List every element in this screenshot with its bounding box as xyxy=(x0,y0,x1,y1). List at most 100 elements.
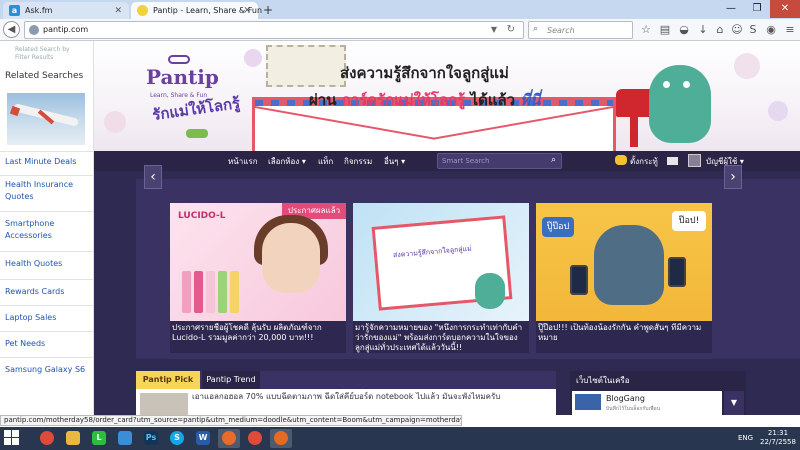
chevron-down-icon[interactable]: ▼ xyxy=(491,25,497,34)
search-placeholder: Search xyxy=(547,26,575,35)
tab-pantip-pick[interactable]: Pantip Pick xyxy=(136,371,200,389)
tab-pantip-trend[interactable]: Pantip Trend xyxy=(202,371,260,389)
search-input[interactable]: ⌕ Search xyxy=(528,21,633,39)
skype-icon[interactable]: S xyxy=(746,23,760,37)
windows-logo-pane xyxy=(12,438,19,445)
store-icon xyxy=(118,431,132,445)
clock-date: 22/7/2558 xyxy=(760,438,796,446)
photoshop-icon: Ps xyxy=(144,431,158,445)
clipboard-icon[interactable]: ▤ xyxy=(658,23,672,37)
dino-mascot xyxy=(649,65,711,143)
chevron-down-icon[interactable]: ▼ xyxy=(724,391,744,415)
taskbar-clock[interactable]: 21:31 22/7/2558 xyxy=(758,429,798,447)
envelope-flap xyxy=(433,106,613,151)
bloggang-logo xyxy=(575,394,601,410)
card-title[interactable]: มารู้จักความหมายของ "หนึ่งการกระทำเท่ากั… xyxy=(355,323,527,353)
carousel-card[interactable]: ปู๊ป๊อป ป๊อป! ปู๊ป๊อป!!! เป็นท้องน้องรัก… xyxy=(536,203,712,353)
mail-icon[interactable] xyxy=(667,157,678,165)
star-icon[interactable]: ☆ xyxy=(639,23,653,37)
carousel-card[interactable]: LUCIDO-L ประกาศผลแล้ว ประกาศรายชื่อผู้โช… xyxy=(170,203,346,353)
sidebar-link[interactable]: Health Quotes xyxy=(0,251,94,279)
skype-icon: S xyxy=(170,431,184,445)
nav-activities[interactable]: กิจกรรม xyxy=(344,155,372,168)
taskbar-chrome[interactable] xyxy=(36,429,58,448)
minimize-button[interactable]: — xyxy=(718,0,744,18)
back-button[interactable]: ◀ xyxy=(3,21,20,38)
product-tube xyxy=(218,271,227,313)
pantip-pick-panel: Pantip Pick Pantip Trend เอาแอลกอฮอล 70%… xyxy=(136,371,556,415)
maximize-button[interactable]: ❐ xyxy=(744,0,770,18)
taskbar-app-active[interactable] xyxy=(218,429,240,448)
reload-icon[interactable]: ↻ xyxy=(507,24,515,35)
dino-mascot xyxy=(475,273,505,309)
home-icon[interactable]: ⌂ xyxy=(713,23,727,37)
card-image: ส่งความรู้สึกจากใจลูกสู่แม่ xyxy=(353,203,529,321)
nav-new-topic[interactable]: ตั้งกระทู้ xyxy=(630,155,658,168)
sidebar-link[interactable]: Rewards Cards xyxy=(0,279,94,305)
flower-decoration xyxy=(768,101,788,121)
sidebar-link[interactable]: Samsung Galaxy S6 xyxy=(0,357,94,383)
sidebar-link[interactable]: Smartphone Accessories xyxy=(0,211,94,251)
sidebar-link[interactable]: Pet Needs xyxy=(0,331,94,357)
tab-pantip[interactable]: Pantip - Learn, Share & Fun ✕ xyxy=(131,2,262,19)
search-icon[interactable]: ⌕ xyxy=(551,155,556,165)
flower-decoration xyxy=(104,111,126,133)
envelope-flap xyxy=(255,106,435,151)
taskbar-photoshop[interactable]: Ps xyxy=(140,429,162,448)
app-icon xyxy=(222,431,236,445)
card-image: ปู๊ป๊อป ป๊อป! xyxy=(536,203,712,321)
taskbar-word[interactable]: W xyxy=(192,429,214,448)
taskbar-chrome-2[interactable] xyxy=(244,429,266,448)
close-icon[interactable]: ✕ xyxy=(243,6,251,16)
smart-search-input[interactable]: Smart Search ⌕ xyxy=(437,153,562,169)
tab-askfm[interactable]: a Ask.fm ✕ xyxy=(3,2,129,19)
start-button[interactable] xyxy=(4,430,19,445)
headline-here-link[interactable]: ที่นี่ xyxy=(520,91,540,109)
chrome-icon xyxy=(40,431,54,445)
airplane-photo[interactable] xyxy=(7,93,85,145)
pocket-icon[interactable]: ◒ xyxy=(677,23,691,37)
screen: a Ask.fm ✕ Pantip - Learn, Share & Fun ✕… xyxy=(0,0,800,450)
mothers-day-banner[interactable]: Pantip Learn, Share & Fun รักแม่ให้โลกรู… xyxy=(94,41,800,151)
carousel-next-button[interactable]: › xyxy=(724,165,742,189)
url-bar[interactable]: pantip.com ▼ ↻ xyxy=(24,21,524,39)
sidebar-link[interactable]: Laptop Sales xyxy=(0,305,94,331)
avatar[interactable] xyxy=(688,154,701,167)
sidebar-link[interactable]: Health Insurance Quotes xyxy=(0,175,94,207)
download-icon[interactable]: ↓ xyxy=(696,23,710,37)
banner-headline: ส่งความรู้สึกจากใจลูกสู่แม่ xyxy=(340,64,509,82)
taskbar-explorer[interactable] xyxy=(62,429,84,448)
sync-icon[interactable]: ◉ xyxy=(764,23,778,37)
nav-choose-room[interactable]: เลือกห้อง ▾ xyxy=(268,155,306,168)
card-title[interactable]: ประกาศรายชื่อผู้โชคดี ลุ้นรับ ผลิตภัณฑ์จ… xyxy=(172,323,344,353)
taskbar-firefox[interactable] xyxy=(270,429,292,448)
headline-part: ได้แล้ว xyxy=(465,91,521,109)
pick-topic-link[interactable]: เอาแอลกอฮอล 70% แบบฉีดตามภาพ ฉีดใส่คีย์บ… xyxy=(192,392,552,402)
askfm-icon: a xyxy=(9,5,20,16)
pick-thumbnail[interactable] xyxy=(140,393,188,415)
mascot-eye xyxy=(663,81,670,88)
hello-icon[interactable]: ☺ xyxy=(730,23,744,37)
carousel-prev-button[interactable]: ‹ xyxy=(144,165,162,189)
nav-home[interactable]: หน้าแรก xyxy=(228,155,258,168)
language-indicator[interactable]: ENG xyxy=(738,434,753,442)
window-close-button[interactable]: ✕ xyxy=(770,0,800,18)
taskbar-skype[interactable]: S xyxy=(166,429,188,448)
status-url: pantip.com/motherday58/order_card?utm_so… xyxy=(0,415,462,426)
menu-icon[interactable]: ≡ xyxy=(783,23,797,37)
new-tab-button[interactable]: + xyxy=(263,3,273,17)
card-title[interactable]: ปู๊ป๊อป!!! เป็นท้องน้องรักกัน คำพูดสั้นๆ… xyxy=(538,323,710,353)
carousel-card[interactable]: ส่งความรู้สึกจากใจลูกสู่แม่ มารู้จักความ… xyxy=(353,203,529,353)
sidebar-link[interactable]: Last Minute Deals xyxy=(0,151,94,175)
site-item-bloggang[interactable]: BlogGang บันทึกไว้ในบล็อกกับเพื่อน xyxy=(572,391,722,415)
nav-more[interactable]: อื่นๆ ▾ xyxy=(384,155,405,168)
highlight-carousel: LUCIDO-L ประกาศผลแล้ว ประกาศรายชื่อผู้โช… xyxy=(136,179,800,359)
windows-logo-pane xyxy=(4,438,11,445)
goat-mascot xyxy=(594,225,664,305)
logo-name: Pantip xyxy=(146,65,219,89)
taskbar-line[interactable]: L xyxy=(88,429,110,448)
nav-tags[interactable]: แท็ก xyxy=(318,155,333,168)
globe-icon xyxy=(29,25,39,35)
taskbar-store[interactable] xyxy=(114,429,136,448)
close-icon[interactable]: ✕ xyxy=(114,6,122,16)
